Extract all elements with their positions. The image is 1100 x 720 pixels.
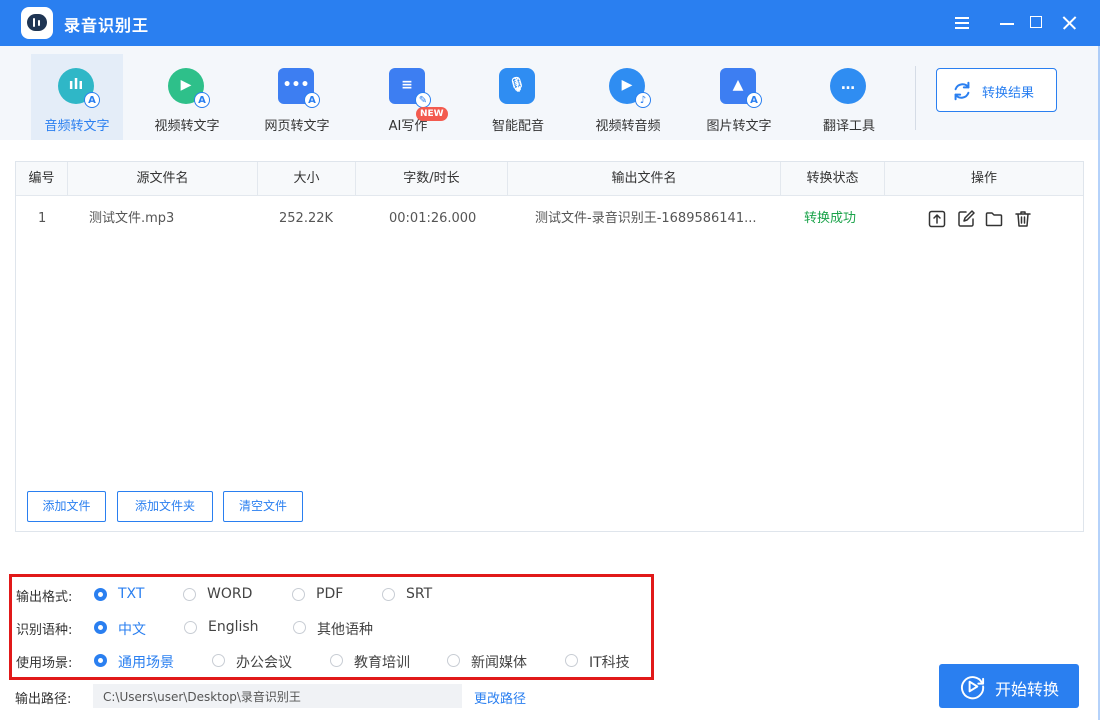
webpage-to-text-icon: ••• A <box>278 68 320 108</box>
clear-files-button[interactable]: 清空文件 <box>223 491 303 522</box>
ai-writing-icon: ≡ ✎ <box>389 68 431 108</box>
audio-to-text-icon: ılı A <box>58 68 100 108</box>
output-format-label: 输出格式: <box>16 590 73 605</box>
column-header-duration: 字数/时长 <box>356 162 508 196</box>
menu-icon[interactable] <box>950 11 974 35</box>
column-header-source: 源文件名 <box>68 162 258 196</box>
cell-size: 252.22K <box>279 211 334 226</box>
conversion-options-box: 输出格式: TXT WORD PDF SRT 识别语种: 中文 English … <box>9 574 654 680</box>
tool-image-to-text[interactable]: ▲ A 图片转文字 <box>693 54 785 140</box>
new-badge: NEW <box>416 107 448 121</box>
translate-icon: … <box>830 68 866 104</box>
column-header-status: 转换状态 <box>781 162 885 196</box>
output-path-field[interactable] <box>93 684 462 708</box>
tool-smart-dubbing[interactable]: 🎙 智能配音 <box>472 54 564 140</box>
trash-icon[interactable] <box>1014 210 1032 228</box>
export-icon[interactable] <box>928 210 946 228</box>
cell-output-filename: 测试文件-录音识别王-1689586141... <box>535 211 757 226</box>
start-conversion-icon <box>961 676 985 700</box>
refresh-icon <box>954 81 970 101</box>
tool-video-to-text[interactable]: ▶ A 视频转文字 <box>141 54 233 140</box>
start-conversion-button[interactable]: 开始转换 <box>939 664 1079 708</box>
tool-audio-to-text[interactable]: ılı A 音频转文字 <box>31 54 123 140</box>
toolbar-divider <box>915 66 916 130</box>
usage-scene-label: 使用场景: <box>16 656 73 671</box>
column-header-size: 大小 <box>258 162 356 196</box>
tool-ai-writing[interactable]: ≡ ✎ AI写作 <box>362 54 454 140</box>
cell-index: 1 <box>38 211 47 226</box>
add-folder-button[interactable]: 添加文件夹 <box>117 491 213 522</box>
recognition-language-row: 识别语种: 中文 English 其他语种 <box>16 619 373 638</box>
column-header-actions: 操作 <box>970 171 997 186</box>
image-to-text-icon: ▲ A <box>720 68 762 108</box>
smart-dubbing-icon: 🎙 <box>499 68 535 104</box>
recognition-language-label: 识别语种: <box>16 623 73 638</box>
column-header-output: 输出文件名 <box>508 162 781 196</box>
video-to-audio-icon: ▶ ♪ <box>609 68 651 108</box>
title-bar: 录音识别王 <box>0 0 1100 46</box>
folder-icon[interactable] <box>985 210 1003 228</box>
cell-status: 转换成功 <box>804 211 857 226</box>
maximize-button[interactable] <box>1024 11 1048 35</box>
column-header-index: 编号 <box>16 162 68 196</box>
table-header: 编号 源文件名 大小 字数/时长 输出文件名 转换状态 操作 <box>16 162 1083 196</box>
function-toolbar: ılı A 音频转文字 ▶ A 视频转文字 ••• A 网页转文字 ≡ ✎ AI写作 N… <box>0 46 1100 140</box>
output-path-label: 输出路径: <box>15 692 72 707</box>
video-to-text-icon: ▶ A <box>168 68 210 108</box>
table-row[interactable]: 1 测试文件.mp3 252.22K 00:01:26.000 测试文件-录音识… <box>16 197 1083 241</box>
minimize-button[interactable] <box>995 11 1019 35</box>
edit-icon[interactable] <box>957 210 975 228</box>
cell-duration: 00:01:26.000 <box>389 211 477 226</box>
tool-translate[interactable]: … 翻译工具 <box>803 54 895 140</box>
output-format-row: 输出格式: TXT WORD PDF SRT <box>16 586 433 605</box>
close-button[interactable] <box>1058 11 1082 35</box>
conversion-result-button[interactable]: 转换结果 <box>936 68 1057 112</box>
tool-video-to-audio[interactable]: ▶ ♪ 视频转音频 <box>582 54 674 140</box>
add-file-button[interactable]: 添加文件 <box>27 491 106 522</box>
usage-scene-row: 使用场景: 通用场景 办公会议 教育培训 新闻媒体 IT科技 <box>12 649 652 673</box>
app-title: 录音识别王 <box>64 16 150 35</box>
change-path-link[interactable]: 更改路径 <box>474 688 526 707</box>
tool-webpage-to-text[interactable]: ••• A 网页转文字 <box>251 54 343 140</box>
cell-source-filename: 测试文件.mp3 <box>89 211 175 226</box>
file-list-panel: 编号 源文件名 大小 字数/时长 输出文件名 转换状态 操作 1 测试文件.mp… <box>15 161 1084 532</box>
app-logo-icon <box>21 7 53 39</box>
